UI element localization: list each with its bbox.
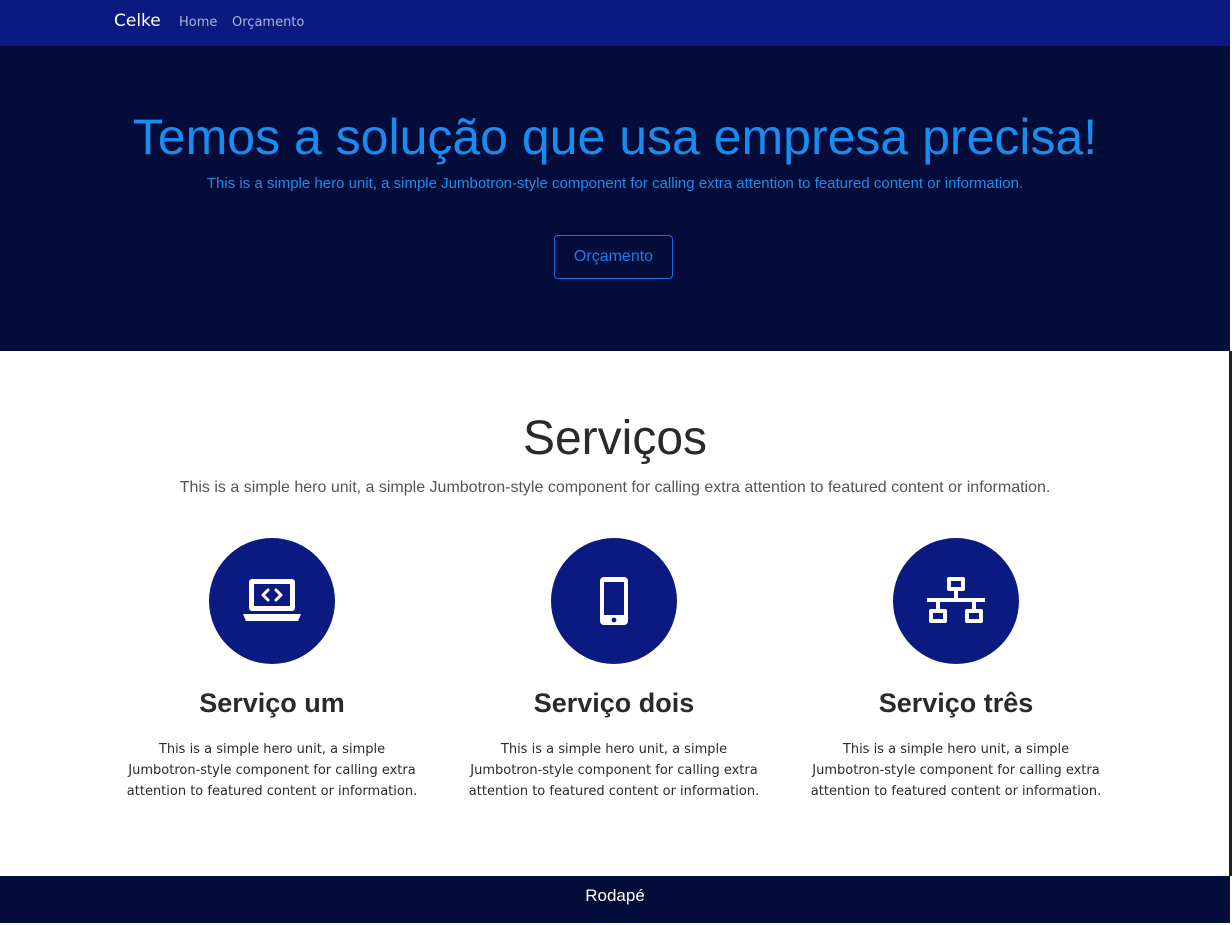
service-text: This is a simple hero unit, a simple Jum… xyxy=(810,742,1102,799)
service-text: This is a simple hero unit, a simple Jum… xyxy=(468,742,760,799)
service-icon-circle xyxy=(551,538,677,664)
footer: Rodapé xyxy=(0,876,1230,923)
hero-lead: This is a simple hero unit, a simple Jum… xyxy=(206,175,1024,192)
laptop-code-icon xyxy=(243,579,301,621)
nav-link-orcamento[interactable]: Orçamento xyxy=(232,15,304,30)
service-title: Serviço dois xyxy=(533,688,695,718)
services-title: Serviços xyxy=(522,412,708,465)
service-title: Serviço um xyxy=(199,688,345,718)
service-text: This is a simple hero unit, a simple Jum… xyxy=(126,742,418,799)
nav-link-home[interactable]: Home xyxy=(179,15,217,30)
service-card-um: Serviço um This is a simple hero unit, a… xyxy=(112,538,432,802)
brand-link[interactable]: Celke xyxy=(114,11,161,31)
service-card-tres: Serviço três This is a simple hero unit,… xyxy=(796,538,1116,802)
network-icon xyxy=(927,577,985,623)
services-lead: This is a simple hero unit, a simple Jum… xyxy=(179,479,1051,496)
footer-text: Rodapé xyxy=(585,886,645,905)
service-title: Serviço três xyxy=(878,688,1034,718)
service-icon-circle xyxy=(209,538,335,664)
hero-title: Temos a solução que usa empresa precisa! xyxy=(132,109,1098,165)
service-icon-circle xyxy=(893,538,1019,664)
orcamento-button[interactable]: Orçamento xyxy=(554,235,673,279)
top-navbar: Celke Home Orçamento xyxy=(0,0,1230,46)
service-card-dois: Serviço dois This is a simple hero unit,… xyxy=(454,538,774,802)
mobile-phone-icon xyxy=(600,577,628,625)
hero-section: Temos a solução que usa empresa precisa!… xyxy=(0,46,1230,351)
